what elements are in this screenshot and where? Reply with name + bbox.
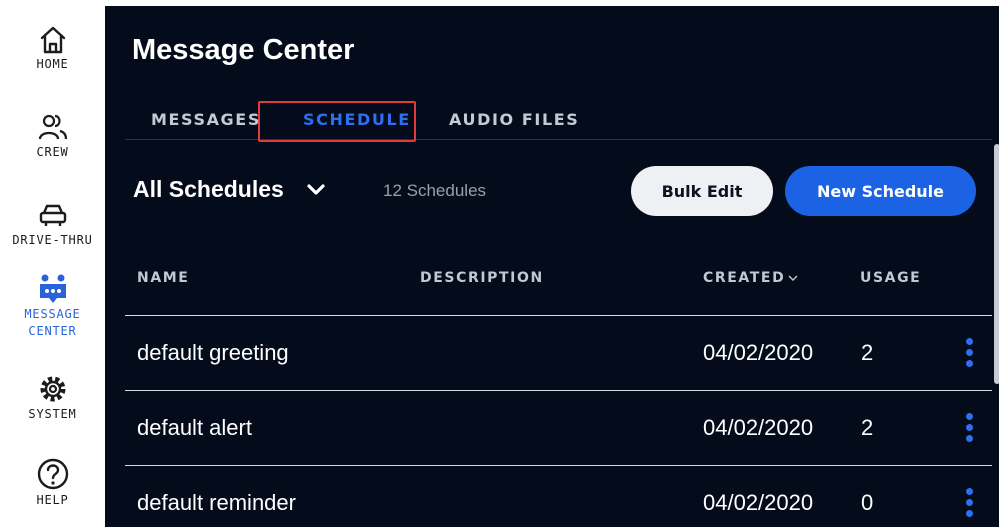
sidebar-item-message-center[interactable]: MESSAGE CENTER: [0, 272, 105, 340]
row-more-options-icon[interactable]: [964, 488, 974, 520]
row-usage: 2: [861, 415, 874, 440]
page-title: Message Center: [132, 34, 355, 66]
sidebar-item-help[interactable]: HELP: [0, 458, 105, 509]
table-row[interactable]: default greeting 04/02/2020 2: [125, 315, 992, 390]
column-header-description[interactable]: DESCRIPTION: [420, 270, 544, 286]
column-header-created[interactable]: CREATED: [703, 270, 798, 286]
column-header-usage[interactable]: USAGE: [860, 270, 921, 286]
scrollbar[interactable]: [994, 144, 999, 384]
home-icon: [40, 26, 65, 54]
row-created: 04/02/2020: [703, 415, 814, 440]
sidebar-item-label: HELP: [36, 493, 69, 507]
sidebar-item-drive-thru[interactable]: DRIVE-THRU: [0, 198, 105, 249]
row-name: default reminder: [137, 490, 296, 515]
sidebar: HOME CREW DRIVE-THRU MESSAGE CENTER SYST…: [0, 0, 105, 527]
row-more-options-icon[interactable]: [964, 413, 974, 445]
column-header-created-label: CREATED: [703, 270, 786, 286]
row-name: default alert: [137, 415, 252, 440]
filter-label: All Schedules: [133, 176, 284, 202]
row-created: 04/02/2020: [703, 490, 814, 515]
sidebar-item-crew[interactable]: CREW: [0, 110, 105, 161]
sidebar-item-label: MESSAGE CENTER: [24, 307, 81, 338]
row-created: 04/02/2020: [703, 340, 814, 365]
new-schedule-button[interactable]: New Schedule: [785, 166, 976, 216]
sidebar-item-home[interactable]: HOME: [0, 22, 105, 73]
table-row[interactable]: default alert 04/02/2020 2: [125, 390, 992, 465]
tab-messages[interactable]: MESSAGES: [151, 110, 261, 129]
schedule-filter-dropdown[interactable]: All Schedules: [133, 176, 326, 203]
sidebar-item-label: HOME: [36, 57, 69, 71]
help-icon: [37, 458, 68, 490]
row-usage: 2: [861, 340, 874, 365]
chevron-down-icon: [307, 183, 325, 195]
row-usage: 0: [861, 490, 874, 515]
tab-audio-files[interactable]: AUDIO FILES: [449, 110, 579, 129]
gear-icon: [40, 376, 65, 402]
sidebar-item-label: SYSTEM: [28, 407, 77, 421]
table-row[interactable]: default reminder 04/02/2020 0: [125, 465, 992, 527]
sort-chevron-down-icon: [788, 275, 798, 281]
column-header-name[interactable]: NAME: [137, 270, 189, 286]
row-more-options-icon[interactable]: [964, 338, 974, 370]
bulk-edit-button[interactable]: Bulk Edit: [631, 166, 773, 216]
message-center-icon: [39, 274, 66, 303]
main-panel: Message Center MESSAGES SCHEDULE AUDIO F…: [105, 6, 999, 527]
car-icon: [39, 204, 66, 226]
sidebar-item-system[interactable]: SYSTEM: [0, 372, 105, 423]
tab-highlight-box: [258, 101, 416, 142]
users-icon: [38, 114, 67, 140]
schedule-count: 12 Schedules: [383, 181, 487, 200]
row-name: default greeting: [137, 340, 289, 365]
sidebar-item-label: DRIVE-THRU: [12, 233, 93, 247]
sidebar-item-label: CREW: [36, 145, 69, 159]
tab-bar: MESSAGES SCHEDULE AUDIO FILES: [125, 104, 992, 140]
